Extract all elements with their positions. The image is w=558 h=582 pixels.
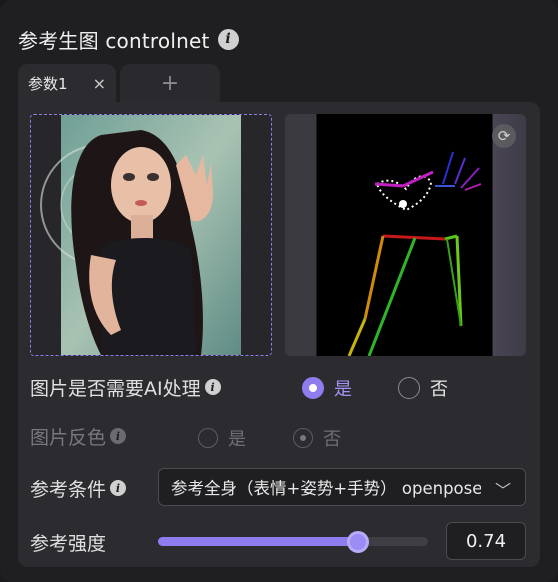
pose-preview-image (285, 114, 526, 356)
invert-row: 图片反色 i (30, 423, 127, 449)
info-icon[interactable]: i (110, 480, 127, 496)
ai-process-no[interactable]: 否 (398, 375, 448, 401)
panel-header: 参考生图 controlnet i (18, 26, 239, 53)
source-image-dropzone[interactable] (30, 114, 272, 356)
strength-slider-thumb[interactable] (346, 531, 369, 553)
info-icon[interactable]: i (204, 379, 221, 395)
pose-skeleton (347, 151, 482, 356)
radio-yes-label: 是 (228, 429, 246, 450)
strength-slider[interactable] (158, 531, 428, 553)
invert-label: 图片反色 (30, 426, 107, 449)
ai-process-label: 图片是否需要AI处理 (30, 377, 201, 400)
chevron-down-icon: ﹀ (494, 481, 511, 500)
close-icon[interactable]: × (93, 74, 106, 93)
info-icon[interactable]: i (217, 28, 239, 50)
strength-input[interactable]: 0.74 (446, 522, 526, 560)
ai-process-yes[interactable]: 是 (302, 375, 352, 401)
strength-row: 参考强度 (30, 529, 106, 555)
radio-no[interactable] (398, 377, 420, 399)
ai-process-row: 图片是否需要AI处理 i (30, 374, 221, 400)
condition-row: 参考条件 i (30, 475, 127, 501)
radio-yes-label: 是 (334, 379, 352, 400)
invert-yes: 是 (198, 425, 246, 451)
radio-yes[interactable] (302, 377, 324, 399)
plus-icon: + (160, 70, 180, 96)
condition-select[interactable]: 参考全身（表情+姿势+手势） openpose ﹀ (158, 468, 526, 506)
controlnet-panel: 参考生图 controlnet i 参数1 × + ⟳ 图片是否需要AI处理 i… (0, 0, 558, 582)
strength-label: 参考强度 (30, 532, 107, 555)
radio-yes (198, 428, 218, 448)
condition-select-value: 参考全身（表情+姿势+手势） openpose (171, 479, 481, 498)
add-tab-button[interactable]: + (120, 64, 220, 102)
radio-no-label: 否 (323, 429, 341, 450)
panel-title: 参考生图 controlnet (18, 28, 210, 53)
info-icon[interactable]: i (110, 428, 127, 444)
param-tabs: 参数1 × + (18, 64, 220, 102)
tab-param-1[interactable]: 参数1 × (18, 64, 116, 102)
strength-slider-fill (158, 537, 358, 546)
condition-label: 参考条件 (30, 478, 107, 501)
tab-label: 参数1 (28, 74, 68, 93)
source-image (31, 115, 271, 355)
invert-no: 否 (293, 425, 341, 451)
refresh-icon[interactable]: ⟳ (492, 124, 516, 148)
radio-no (293, 428, 313, 448)
radio-no-label: 否 (430, 379, 448, 400)
